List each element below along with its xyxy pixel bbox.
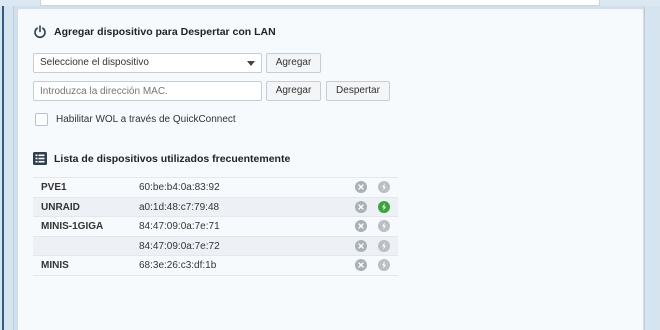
lightning-icon[interactable] xyxy=(378,259,390,271)
list-icon xyxy=(33,152,47,165)
mac-address-input[interactable] xyxy=(33,81,262,101)
device-name: MINIS-1GIGA xyxy=(41,221,104,232)
add-device-button[interactable]: Agregar xyxy=(266,53,321,73)
remove-circle-icon[interactable] xyxy=(355,239,367,252)
table-row[interactable]: MINIS 68:3e:26:c3:df:1b xyxy=(33,256,398,276)
device-mac: 84:47:09:0a:7e:71 xyxy=(139,221,220,232)
remove-circle-icon[interactable] xyxy=(355,220,367,232)
power-icon xyxy=(33,25,47,39)
table-row[interactable]: UNRAID a0:1d:48:c7:79:48 xyxy=(33,197,398,217)
remove-circle-icon[interactable] xyxy=(355,181,367,193)
remove-circle-icon[interactable] xyxy=(355,259,367,271)
left-window-edge xyxy=(0,6,14,330)
chevron-down-icon[interactable] xyxy=(247,61,255,66)
device-name: UNRAID xyxy=(41,201,80,213)
device-select[interactable]: Seleccione el dispositivo xyxy=(33,53,262,73)
devices-table: PVE1 60:be:b4:0a:83:92 UNRAID a0:1d:48:c… xyxy=(33,177,398,276)
right-window-edge xyxy=(644,6,660,330)
device-select-value: Seleccione el dispositivo xyxy=(40,57,149,68)
table-row[interactable]: PVE1 60:be:b4:0a:83:92 xyxy=(33,178,398,198)
quickconnect-checkbox-label[interactable]: Habilitar WOL a través de QuickConnect xyxy=(56,114,236,125)
table-row[interactable]: MINIS-1GIGA 84:47:09:0a:7e:71 xyxy=(33,217,398,237)
wake-button[interactable]: Despertar xyxy=(326,81,390,101)
quickconnect-option: Habilitar WOL a través de QuickConnect xyxy=(35,113,236,126)
devices-section-title: Lista de dispositivos utilizados frecuen… xyxy=(54,152,291,165)
device-mac: 84:47:09:0a:7e:72 xyxy=(139,240,220,252)
devices-section-header: Lista de dispositivos utilizados frecuen… xyxy=(33,152,290,165)
wol-panel: Agregar dispositivo para Despertar con L… xyxy=(17,8,644,330)
lightning-icon[interactable] xyxy=(378,200,390,213)
device-mac: 68:3e:26:c3:df:1b xyxy=(139,260,217,271)
add-mac-button[interactable]: Agregar xyxy=(266,81,321,101)
device-mac: a0:1d:48:c7:79:48 xyxy=(139,201,220,213)
lightning-icon[interactable] xyxy=(378,220,390,232)
top-tab-strip xyxy=(0,0,660,6)
device-mac: 60:be:b4:0a:83:92 xyxy=(139,182,220,193)
wol-section-title: Agregar dispositivo para Despertar con L… xyxy=(54,26,276,38)
remove-circle-icon[interactable] xyxy=(355,200,367,213)
left-window-border xyxy=(2,6,4,330)
quickconnect-checkbox[interactable] xyxy=(35,113,48,126)
device-name: MINIS xyxy=(41,260,69,271)
table-row[interactable]: 84:47:09:0a:7e:72 xyxy=(33,236,398,256)
active-tab-edge xyxy=(40,0,600,6)
device-name: PVE1 xyxy=(41,182,67,193)
wol-section-header: Agregar dispositivo para Despertar con L… xyxy=(33,25,276,39)
lightning-icon[interactable] xyxy=(378,181,390,193)
lightning-icon[interactable] xyxy=(378,239,390,252)
